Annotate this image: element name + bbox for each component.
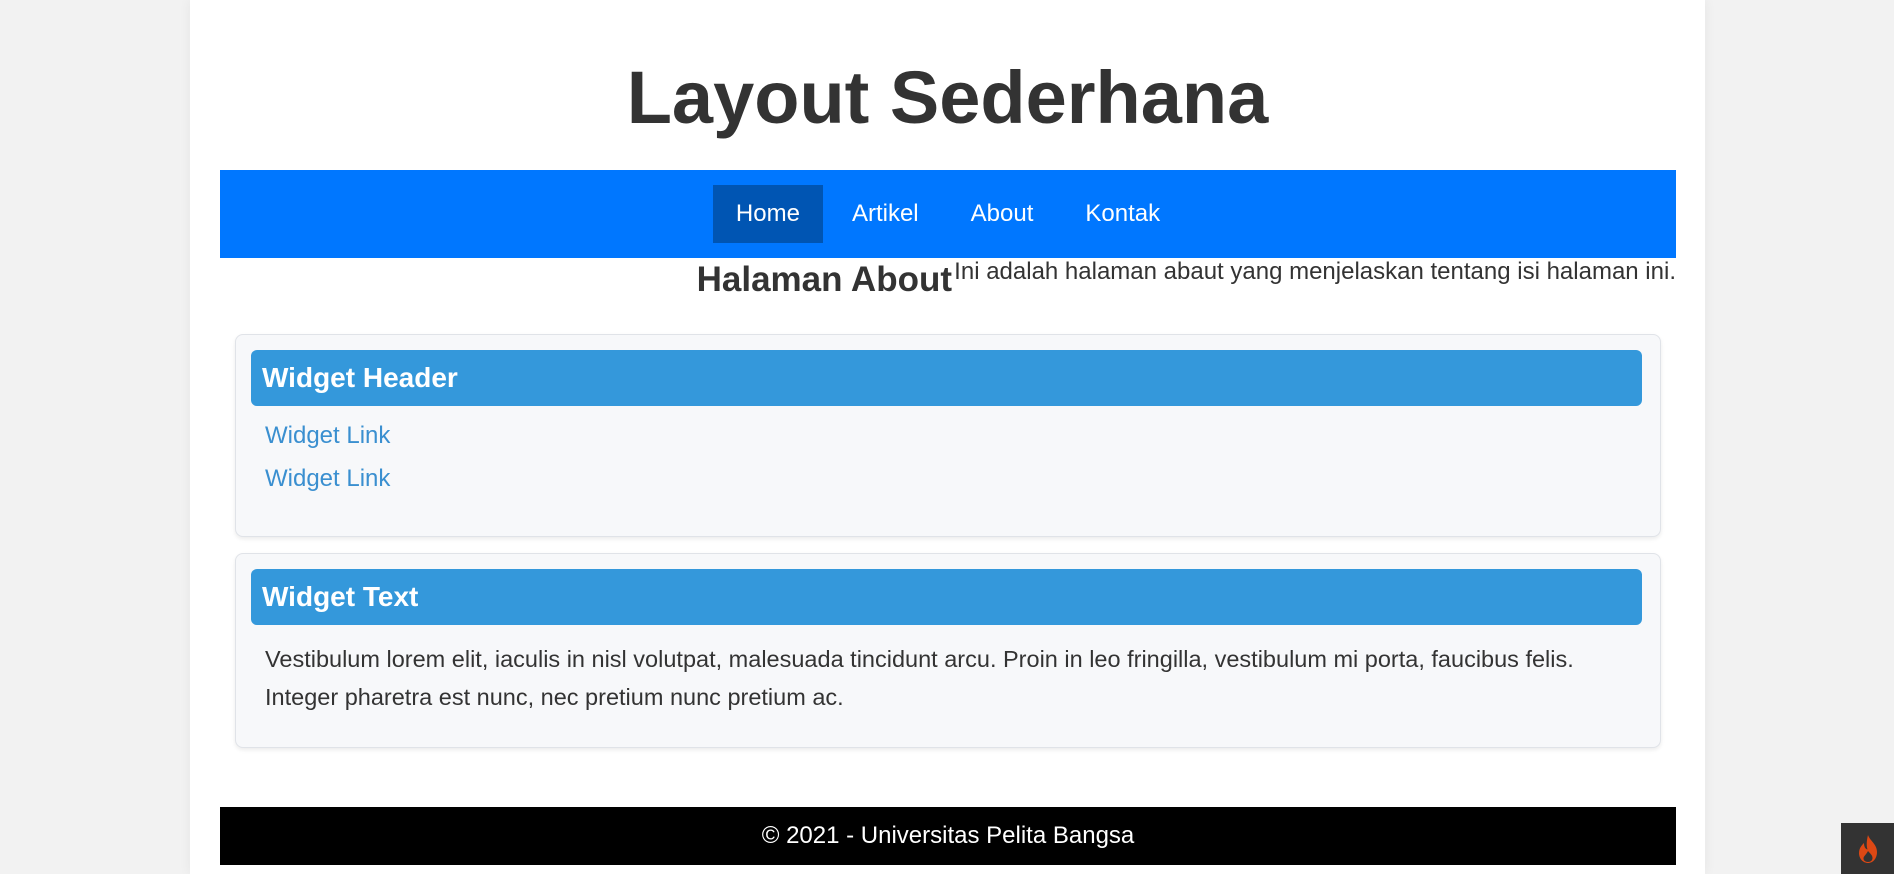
main-nav: Home Artikel About Kontak — [220, 170, 1676, 258]
widget-text: Widget Text Vestibulum lorem elit, iacul… — [235, 553, 1661, 748]
page-container: Layout Sederhana Home Artikel About Kont… — [190, 0, 1705, 874]
widget-links: Widget Header Widget Link Widget Link — [235, 334, 1661, 537]
content-heading: Halaman About — [696, 260, 952, 299]
main-content: Halaman About Ini adalah halaman abaut y… — [220, 258, 1676, 308]
widget-link[interactable]: Widget Link — [265, 465, 390, 493]
widget-text-title: Widget Text — [251, 569, 1642, 625]
widget-text-body: Vestibulum lorem elit, iaculis in nisl v… — [265, 646, 1574, 710]
content-text: Ini adalah halaman abaut yang menjelaska… — [954, 258, 1676, 285]
site-title: Layout Sederhana — [626, 56, 1269, 139]
nav-item-artikel[interactable]: Artikel — [829, 185, 942, 243]
footer: © 2021 - Universitas Pelita Bangsa — [220, 807, 1676, 865]
nav-item-about[interactable]: About — [948, 185, 1057, 243]
nav-item-kontak[interactable]: Kontak — [1062, 185, 1183, 243]
debug-toolbar-toggle[interactable] — [1841, 823, 1894, 874]
widget-link[interactable]: Widget Link — [265, 422, 390, 450]
nav-item-home[interactable]: Home — [712, 185, 823, 243]
flame-icon — [1858, 834, 1877, 863]
widget-header-title: Widget Header — [251, 350, 1642, 406]
